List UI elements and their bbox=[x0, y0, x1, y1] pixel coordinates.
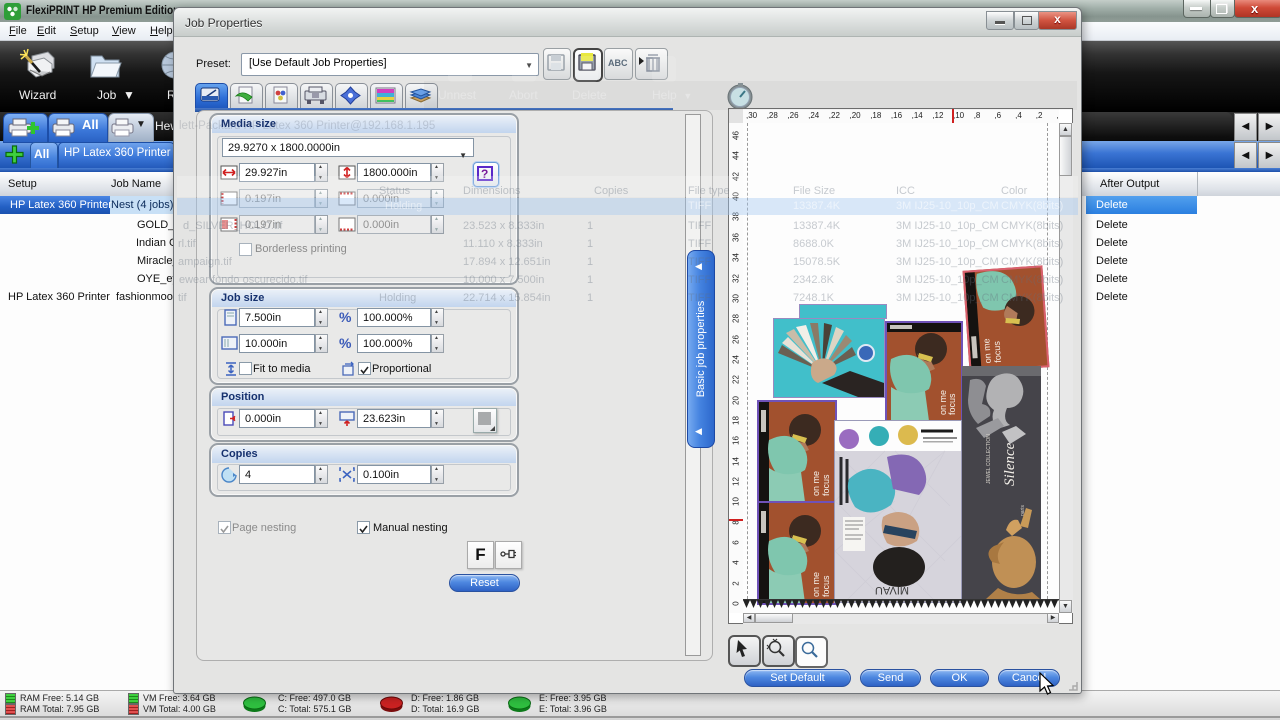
svg-text:focus: focus bbox=[821, 474, 831, 496]
svg-text:Silence: Silence bbox=[1002, 442, 1018, 486]
svg-text:focus: focus bbox=[947, 393, 957, 415]
svg-text:focus: focus bbox=[821, 575, 831, 597]
svg-text:on me: on me bbox=[811, 471, 821, 496]
svg-text:on me: on me bbox=[981, 338, 993, 364]
svg-text:?: ? bbox=[481, 167, 488, 181]
svg-text:JEWEL COLLECTION: JEWEL COLLECTION bbox=[986, 434, 992, 484]
svg-text:focus: focus bbox=[992, 340, 1004, 363]
svg-text:on me: on me bbox=[811, 572, 821, 597]
svg-text:MIVAU: MIVAU bbox=[875, 584, 909, 596]
svg-text:on me: on me bbox=[938, 390, 948, 415]
